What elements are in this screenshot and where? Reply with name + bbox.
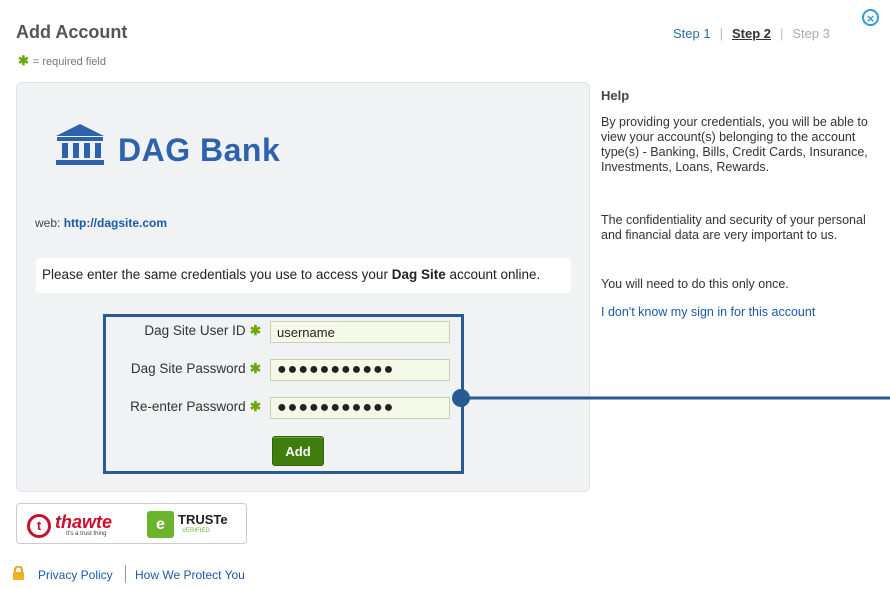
help-paragraph: The confidentiality and security of your… [601,213,866,242]
bank-name: DAG Bank [118,132,281,168]
bank-website-link[interactable]: http://dagsite.com [64,216,167,230]
required-star-icon: ✱ [18,53,29,68]
step-2-current: Step 2 [731,26,771,41]
instruction-part: account online. [445,267,541,282]
help-paragraph: By providing your credentials, you will … [601,115,868,174]
web-label: web: [35,216,61,230]
footer-divider [125,565,126,583]
forgot-signin-link[interactable]: I don't know my sign in for this account [601,305,815,319]
step-indicator: Step 1 | Step 2 | Step 3 [673,26,830,41]
password-label: Dag Site Password ✱ [111,361,261,377]
userid-label: Dag Site User ID ✱ [111,323,261,339]
reenter-label-text: Re-enter Password [130,399,246,414]
lock-icon [13,566,24,580]
password-input[interactable] [270,359,450,381]
privacy-policy-link[interactable]: Privacy Policy [38,568,113,582]
help-paragraph: You will need to do this only once. [601,277,789,291]
truste-logo: e [147,511,174,538]
thawte-tagline: It's a trust thing [66,531,107,537]
thawte-name: thawte [55,512,113,532]
page-title: Add Account [16,22,128,42]
userid-input[interactable] [270,321,450,343]
reenter-password-label: Re-enter Password ✱ [111,399,261,415]
truste-verified: VERIFIED [182,528,210,534]
bank-website: web: http://dagsite.com [35,216,167,230]
step-separator: | [719,26,723,41]
reenter-password-input[interactable] [270,397,450,419]
instruction-part: Please enter the same credentials you us… [42,267,392,282]
instruction-text: Please enter the same credentials you us… [42,267,540,282]
required-star-icon: ✱ [249,361,261,376]
required-star-icon: ✱ [249,323,261,338]
help-title: Help [601,88,630,103]
close-icon[interactable]: × [862,9,879,26]
step-1[interactable]: Step 1 [673,26,711,41]
step-separator: | [780,26,784,41]
how-we-protect-link[interactable]: How We Protect You [135,568,245,582]
required-note-text: = required field [32,56,106,68]
step-3: Step 3 [792,26,830,41]
thawte-logo: t [27,514,51,538]
instruction-site-name: Dag Site [391,267,446,282]
required-field-note: ✱ = required field [18,53,106,69]
userid-label-text: Dag Site User ID [144,323,246,338]
required-star-icon: ✱ [249,399,261,414]
password-label-text: Dag Site Password [130,361,246,376]
bank-building-icon [56,124,104,165]
add-button[interactable]: Add [272,436,324,466]
truste-name: TRUSTe [178,512,228,527]
